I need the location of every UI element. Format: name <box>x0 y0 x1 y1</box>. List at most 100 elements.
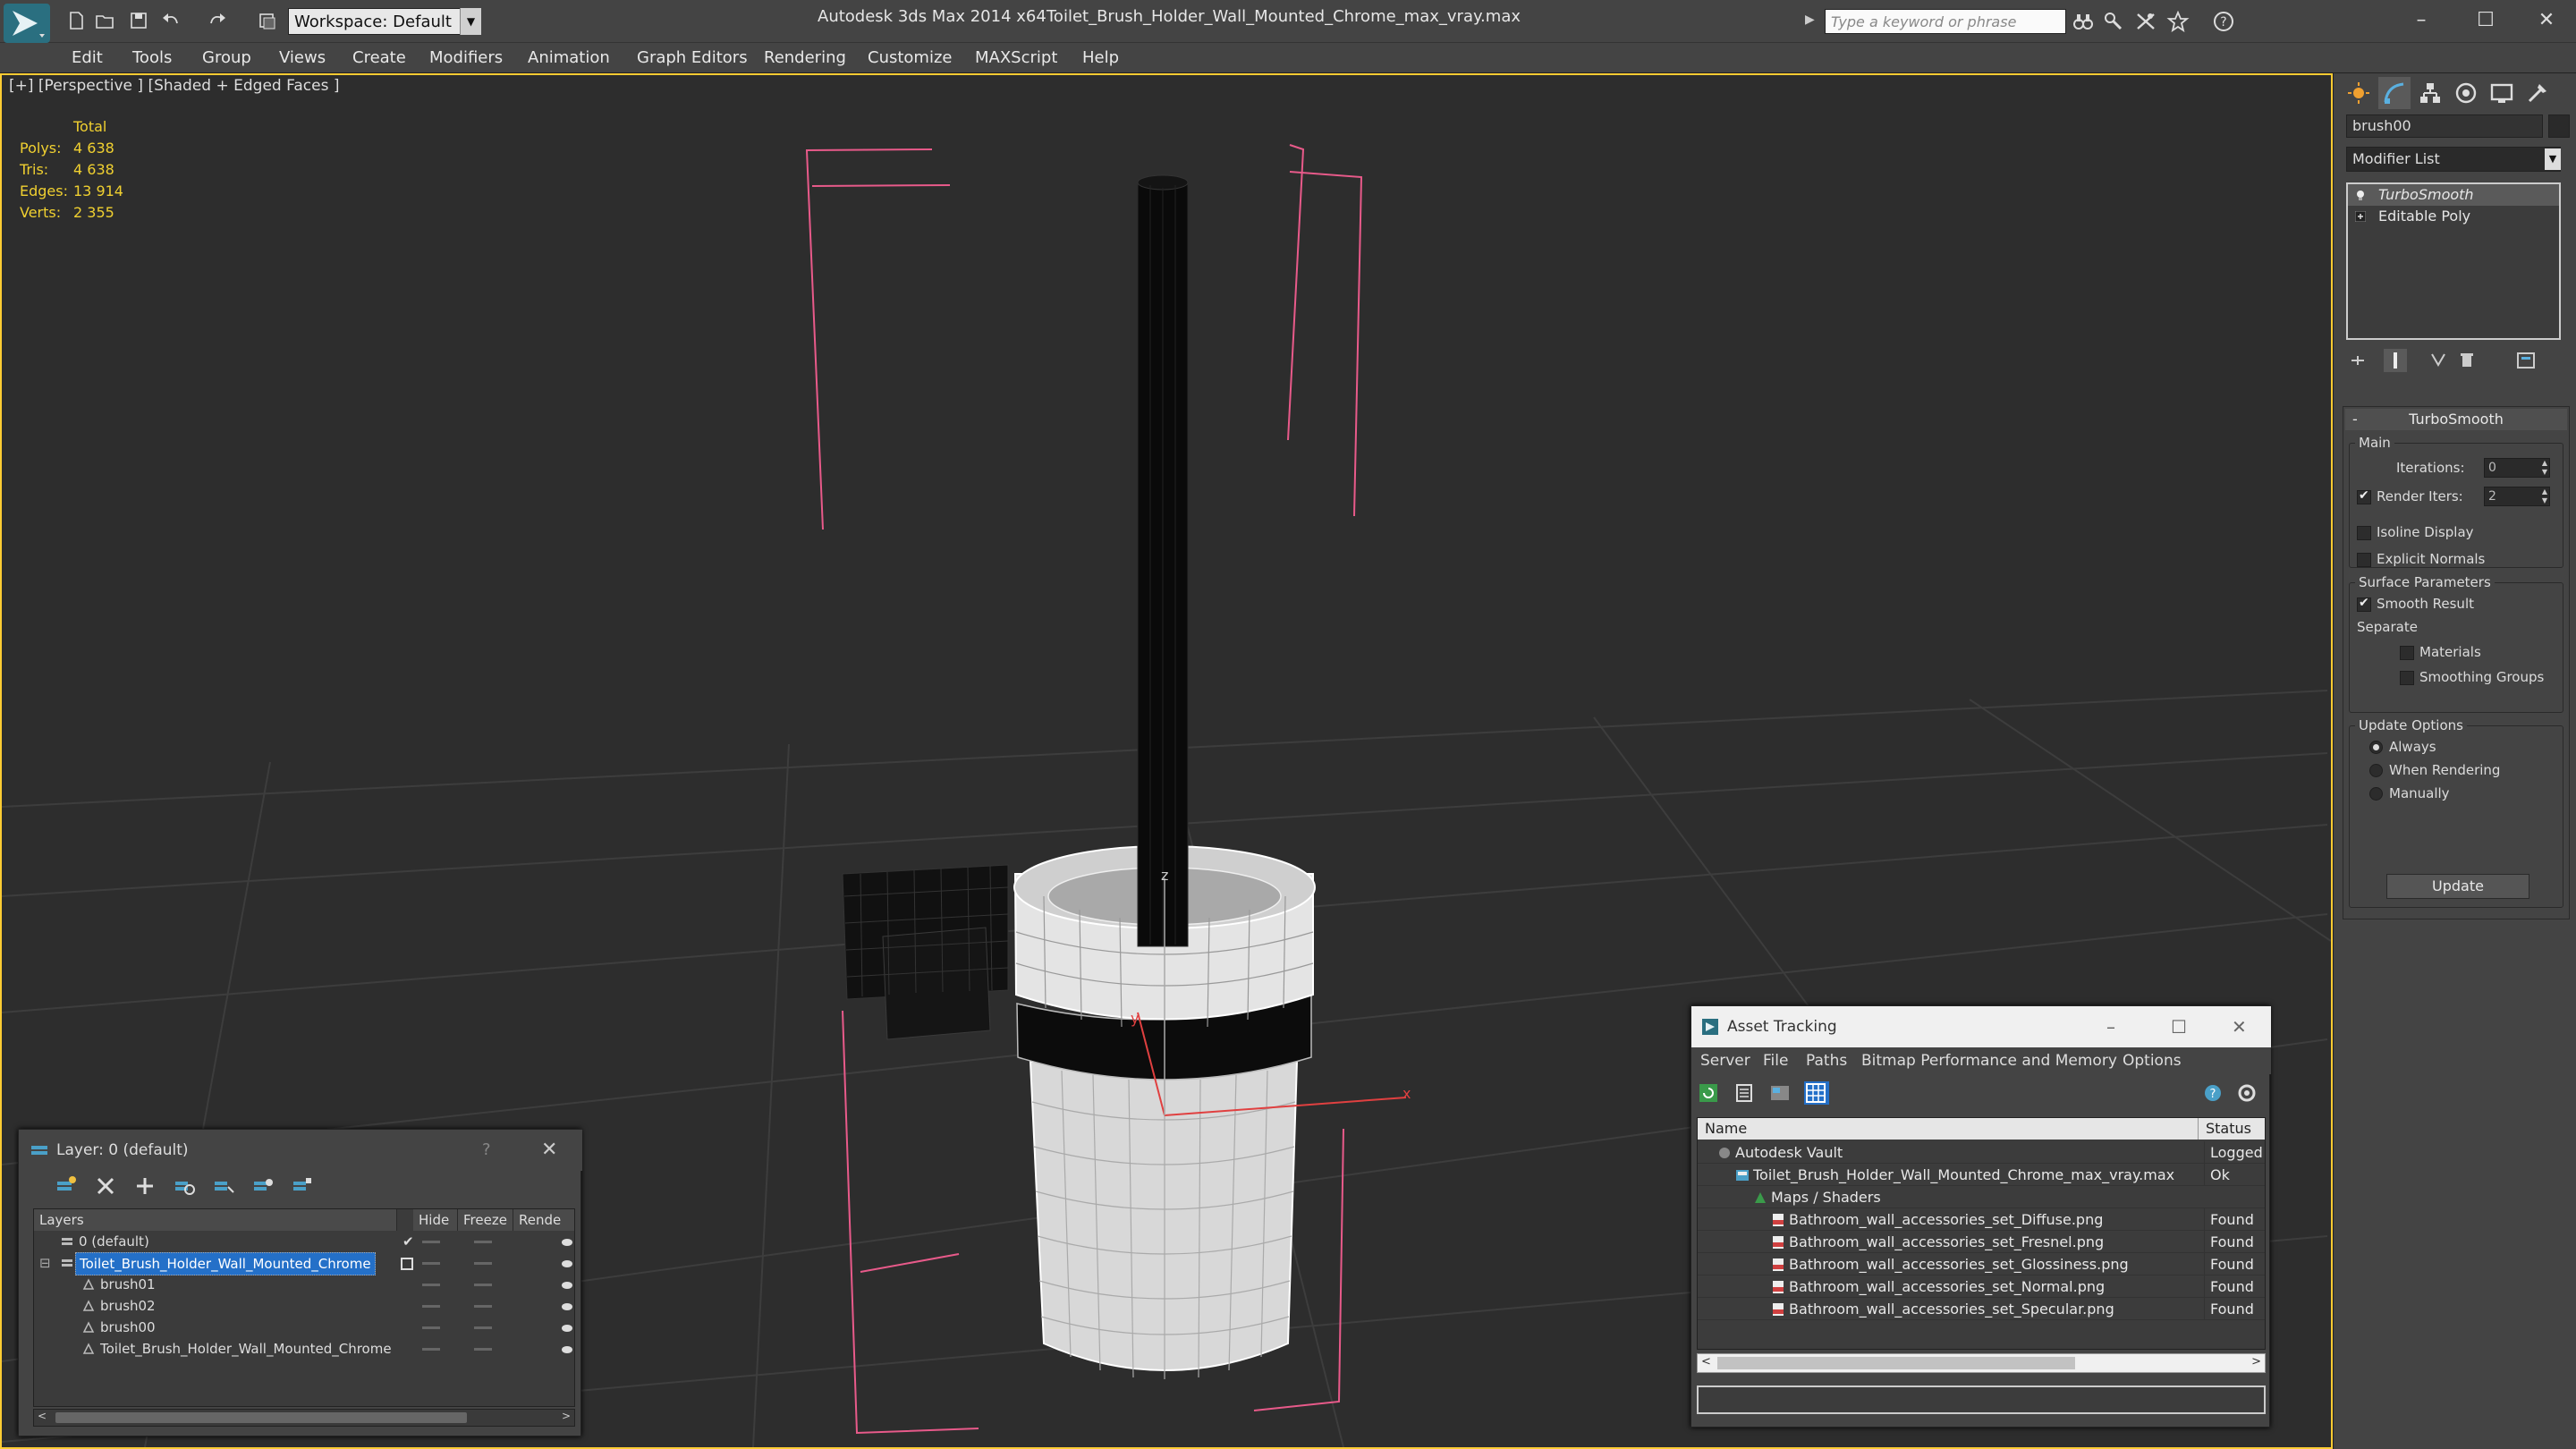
materials-checkbox[interactable] <box>2400 646 2414 660</box>
render-teapot-icon[interactable] <box>560 1279 574 1290</box>
refresh-icon[interactable] <box>1697 1081 1722 1105</box>
thumbnail-view-icon[interactable] <box>1768 1081 1793 1105</box>
asset-row[interactable]: Autodesk Vault Logged Out <box>1698 1141 2265 1164</box>
make-unique-icon[interactable] <box>2427 349 2450 372</box>
object-color-swatch[interactable] <box>2548 114 2570 138</box>
asset-menu-options[interactable]: Options <box>2123 1047 2182 1074</box>
show-end-result-icon[interactable] <box>2384 349 2407 372</box>
smoothing-groups-checkbox[interactable] <box>2400 671 2414 685</box>
menu-graph-editors[interactable]: Graph Editors <box>637 43 748 73</box>
layer-help-button[interactable]: ? <box>482 1130 491 1171</box>
col-hide[interactable]: Hide <box>413 1209 458 1231</box>
hide-freeze-all-icon[interactable] <box>251 1174 276 1199</box>
open-icon[interactable] <box>93 9 116 32</box>
display-tab-icon[interactable] <box>2486 77 2518 109</box>
render-teapot-icon[interactable] <box>560 1236 574 1247</box>
asset-row[interactable]: Bathroom_wall_accessories_set_Fresnel.pn… <box>1698 1231 2265 1253</box>
workspace-dropdown-arrow[interactable]: ▼ <box>460 8 481 35</box>
asset-minimize-button[interactable]: – <box>2106 1006 2115 1047</box>
stack-item-turbosmooth[interactable]: TurboSmooth <box>2348 184 2559 206</box>
asset-maximize-button[interactable]: ☐ <box>2171 1006 2187 1047</box>
asset-menu-file[interactable]: File <box>1763 1047 1788 1074</box>
layer-row[interactable]: brush02 <box>34 1295 574 1317</box>
asset-row[interactable]: Toilet_Brush_Holder_Wall_Mounted_Chrome_… <box>1698 1164 2265 1186</box>
layer-row[interactable]: Toilet_Brush_Holder_Wall_Mounted_Chrome <box>34 1338 574 1360</box>
project-folder-icon[interactable] <box>256 9 279 32</box>
create-tab-icon[interactable] <box>2343 77 2375 109</box>
when-rendering-radio[interactable] <box>2369 764 2383 777</box>
asset-close-button[interactable]: ✕ <box>2232 1006 2247 1047</box>
explicit-normals-checkbox[interactable] <box>2357 553 2371 567</box>
active-layer-check-icon[interactable]: ✔ <box>402 1231 414 1252</box>
search-input[interactable]: Type a keyword or phrase <box>1825 9 2066 34</box>
asset-menu-server[interactable]: Server <box>1700 1047 1750 1074</box>
render-teapot-icon[interactable] <box>560 1301 574 1311</box>
render-iters-checkbox[interactable] <box>2357 488 2371 504</box>
help-icon[interactable]: ? <box>2213 11 2236 32</box>
render-teapot-icon[interactable] <box>560 1322 574 1333</box>
create-layer-icon[interactable] <box>55 1174 80 1199</box>
menu-animation[interactable]: Animation <box>528 43 610 73</box>
save-icon[interactable] <box>127 9 150 32</box>
delete-layer-icon[interactable] <box>94 1174 119 1199</box>
table-view-icon[interactable] <box>1804 1081 1829 1105</box>
col-layers[interactable]: Layers <box>34 1209 397 1231</box>
star-icon[interactable] <box>2166 10 2190 33</box>
menu-edit[interactable]: Edit <box>72 43 103 73</box>
layer-row[interactable]: 0 (default) ✔ <box>34 1231 574 1252</box>
configure-modifier-sets-icon[interactable] <box>2514 349 2538 372</box>
menu-customize[interactable]: Customize <box>868 43 952 73</box>
minimize-button[interactable]: – <box>2397 4 2445 36</box>
render-teapot-icon[interactable] <box>560 1343 574 1354</box>
layer-row[interactable]: ⊟ Toilet_Brush_Holder_Wall_Mounted_Chrom… <box>34 1252 574 1275</box>
close-button[interactable]: ✕ <box>2522 4 2571 36</box>
undo-icon[interactable] <box>159 9 182 32</box>
new-icon[interactable] <box>64 9 88 32</box>
add-selected-icon[interactable] <box>133 1174 158 1199</box>
viewport-label[interactable]: [+] [Perspective ] [Shaded + Edged Faces… <box>9 77 339 95</box>
manually-radio[interactable] <box>2369 787 2383 801</box>
layer-window-title[interactable]: Layer: 0 (default) <box>19 1130 582 1171</box>
hierarchy-tab-icon[interactable] <box>2414 77 2446 109</box>
select-in-layer-icon[interactable] <box>173 1174 198 1199</box>
communication-icon[interactable] <box>2134 11 2157 32</box>
workspace-dropdown[interactable]: Workspace: Default <box>288 8 481 35</box>
pin-stack-icon[interactable] <box>2346 349 2369 372</box>
remove-modifier-icon[interactable] <box>2455 349 2479 372</box>
motion-tab-icon[interactable] <box>2450 77 2482 109</box>
menu-help[interactable]: Help <box>1082 43 1119 73</box>
turbosmooth-rollout-header[interactable]: - TurboSmooth <box>2345 409 2567 430</box>
search-expand-icon[interactable]: ▶ <box>1805 13 1815 27</box>
col-name[interactable]: Name <box>1698 1118 2199 1140</box>
app-logo-button[interactable] <box>4 4 50 43</box>
asset-row[interactable]: Bathroom_wall_accessories_set_Glossiness… <box>1698 1253 2265 1275</box>
menu-rendering[interactable]: Rendering <box>764 43 846 73</box>
asset-scroll-thumb[interactable] <box>1717 1357 2075 1369</box>
col-freeze[interactable]: Freeze <box>458 1209 513 1231</box>
object-name-field[interactable]: brush00 <box>2346 114 2543 138</box>
smooth-result-checkbox[interactable] <box>2357 596 2371 612</box>
update-button[interactable]: Update <box>2386 874 2529 899</box>
layer-horizontal-scrollbar[interactable]: < > <box>33 1409 575 1427</box>
asset-help-icon[interactable]: ? <box>2201 1081 2226 1105</box>
render-iters-spinner[interactable]: 2 ▲ ▼ <box>2484 487 2550 506</box>
binoculars-icon[interactable] <box>2072 11 2095 32</box>
iterations-spinner[interactable]: 0 ▲ ▼ <box>2484 458 2550 478</box>
list-view-icon[interactable] <box>1733 1081 1758 1105</box>
lightbulb-icon[interactable] <box>2355 190 2366 200</box>
menu-tools[interactable]: Tools <box>132 43 172 73</box>
highlight-selected-icon[interactable] <box>212 1174 237 1199</box>
asset-menu-paths[interactable]: Paths <box>1806 1047 1847 1074</box>
key-tools-icon[interactable] <box>2102 11 2125 32</box>
modify-tab-icon[interactable] <box>2378 77 2411 109</box>
asset-row[interactable]: Bathroom_wall_accessories_set_Normal.png… <box>1698 1275 2265 1298</box>
redo-icon[interactable] <box>206 9 229 32</box>
stack-item-editable-poly[interactable]: Editable Poly <box>2348 206 2559 227</box>
col-status[interactable]: Status <box>2199 1118 2265 1140</box>
menu-create[interactable]: Create <box>352 43 406 73</box>
asset-horizontal-scrollbar[interactable]: < > <box>1697 1353 2266 1373</box>
asset-menu-bitmap-performance[interactable]: Bitmap Performance and Memory <box>1861 1047 2117 1074</box>
asset-row[interactable]: Maps / Shaders <box>1698 1186 2265 1208</box>
maximize-button[interactable]: ☐ <box>2462 4 2510 36</box>
menu-group[interactable]: Group <box>202 43 251 73</box>
